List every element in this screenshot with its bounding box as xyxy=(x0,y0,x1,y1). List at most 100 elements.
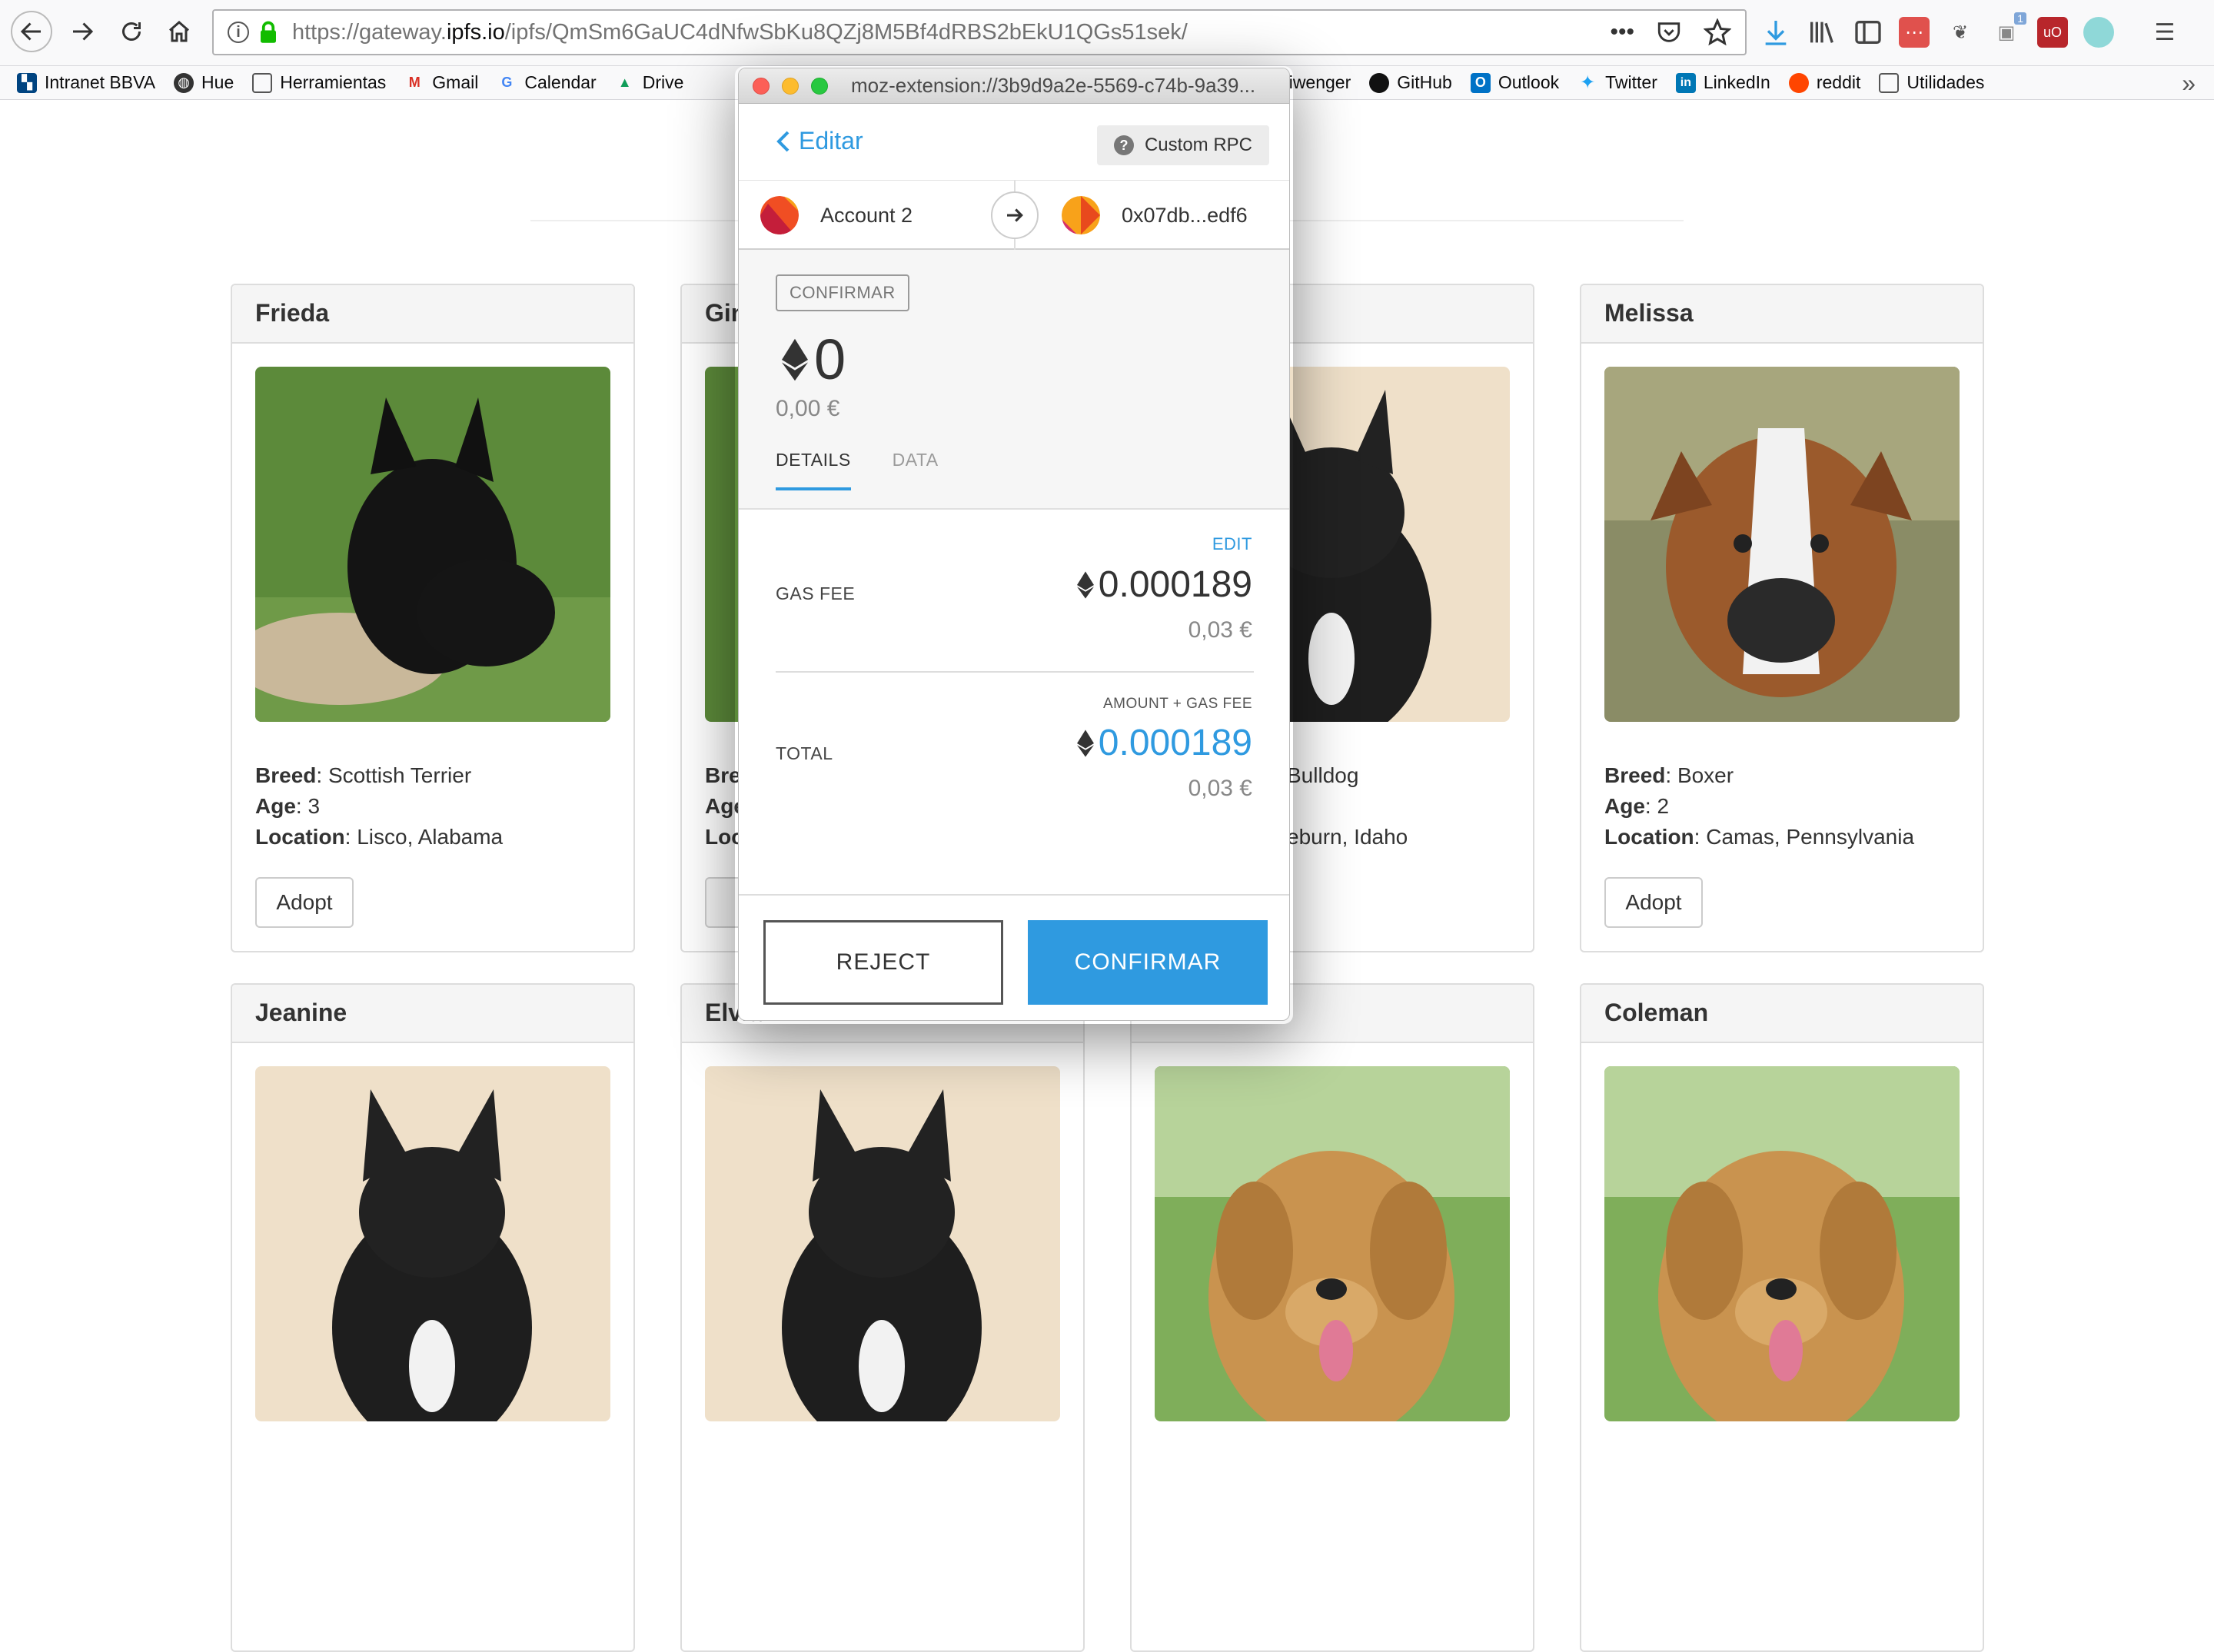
location-label: Location xyxy=(255,825,345,849)
edit-back-link[interactable]: Editar xyxy=(776,127,863,155)
ublock-icon[interactable]: uO xyxy=(2037,17,2068,48)
pet-name: Coleman xyxy=(1581,985,1983,1043)
age-label: Age xyxy=(1604,794,1645,818)
bookmark-label: reddit xyxy=(1816,72,1861,92)
adopt-button[interactable]: Adopt xyxy=(255,877,354,928)
pet-card: Melissa Breed: Boxer Age: 2 Location: Ca… xyxy=(1580,284,1984,952)
popup-window-title: moz-extension://3b9d9a2e-5569-c74b-9a39.… xyxy=(851,74,1256,97)
bbva-icon: ▚ xyxy=(17,72,37,93)
bookmark-label: Twitter xyxy=(1605,72,1657,92)
bookmark-linkedin[interactable]: in LinkedIn xyxy=(1675,72,1770,93)
reddit-icon xyxy=(1788,72,1809,93)
fee-details: EDIT GAS FEE 0.000189 0,03 € AMOUNT + GA… xyxy=(739,510,1289,894)
pet-name: Jeanine xyxy=(232,985,633,1043)
toolbar-icons: ⋯ ❦ ▣ 1 uO ☰ xyxy=(1760,11,2180,54)
home-button[interactable] xyxy=(158,11,200,52)
to-account-avatar xyxy=(1062,196,1100,234)
edit-back-label: Editar xyxy=(799,127,863,155)
zoom-window-button[interactable] xyxy=(811,77,828,95)
hamburger-menu-icon[interactable]: ☰ xyxy=(2149,17,2180,48)
evernote-icon[interactable]: ❦ xyxy=(1945,17,1976,48)
google-icon: G xyxy=(501,75,513,90)
bookmark-outlook[interactable]: O Outlook xyxy=(1470,72,1560,93)
pet-location: Lisco, Alabama xyxy=(357,825,504,849)
confirm-button[interactable]: CONFIRMAR xyxy=(1028,920,1268,1005)
from-account[interactable]: Account 2 xyxy=(760,196,913,234)
sidebar-icon[interactable] xyxy=(1853,17,1883,48)
pet-photo-boxer xyxy=(1604,367,1960,722)
url-bar[interactable]: i https://gateway. ipfs.io/ipfs/QmSm6GaUC… xyxy=(212,9,1747,55)
amount-value: 0 xyxy=(814,327,846,391)
arrow-right-icon xyxy=(1007,208,1023,222)
popup-titlebar: moz-extension://3b9d9a2e-5569-c74b-9a39.… xyxy=(739,68,1289,104)
linkedin-icon: in xyxy=(1675,72,1696,93)
to-account[interactable]: 0x07db...edf6 xyxy=(1062,196,1248,234)
pet-info: Breed: Scottish Terrier Age: 3 Location:… xyxy=(255,763,504,849)
bookmarks-overflow-icon[interactable]: » xyxy=(2182,69,2196,98)
reject-button[interactable]: REJECT xyxy=(763,920,1003,1005)
network-label: Custom RPC xyxy=(1144,135,1252,155)
drive-icon: ▲ xyxy=(617,75,632,90)
bookmark-herramientas[interactable]: Herramientas xyxy=(252,72,386,93)
globe-icon: ◍ xyxy=(174,72,194,93)
close-window-button[interactable] xyxy=(753,77,770,95)
url-host: ipfs.io xyxy=(446,19,505,45)
page-actions-icon[interactable]: ••• xyxy=(1610,19,1634,45)
transfer-arrow xyxy=(991,191,1039,239)
pet-photo-french-bulldog xyxy=(705,1066,1060,1421)
pet-name: Melissa xyxy=(1581,285,1983,344)
pet-card: Jeanine xyxy=(231,983,635,1652)
bookmark-calendar[interactable]: G Calendar xyxy=(497,72,596,93)
bookmark-github[interactable]: GitHub xyxy=(1369,72,1452,93)
minimize-window-button[interactable] xyxy=(782,77,799,95)
folder-icon xyxy=(1879,72,1900,93)
star-icon[interactable] xyxy=(1704,18,1731,46)
network-selector[interactable]: ? Custom RPC xyxy=(1096,125,1269,165)
total-amount: 0.000189 xyxy=(1076,722,1252,764)
breed-label: Breed xyxy=(255,763,317,787)
folder-icon xyxy=(252,72,273,93)
reload-icon xyxy=(122,22,141,41)
tab-details[interactable]: DETAILS xyxy=(776,450,851,490)
bookmark-label: Intranet BBVA xyxy=(45,72,156,92)
edit-gas-link[interactable]: EDIT xyxy=(1212,534,1252,554)
lock-icon xyxy=(261,21,276,43)
bookmark-label: Utilidades xyxy=(1906,72,1985,92)
gas-fee-amount: 0.000189 xyxy=(1076,563,1252,606)
from-account-name: Account 2 xyxy=(820,203,913,227)
bookmark-label: Hue xyxy=(201,72,234,92)
bookmark-twitter[interactable]: ✦ Twitter xyxy=(1577,72,1657,93)
bookmark-gmail[interactable]: M Gmail xyxy=(404,72,479,93)
reload-button[interactable] xyxy=(111,11,152,52)
bookmark-utilidades[interactable]: Utilidades xyxy=(1879,72,1984,93)
back-button[interactable] xyxy=(11,11,52,52)
tab-data[interactable]: DATA xyxy=(893,450,939,490)
bookmark-reddit[interactable]: reddit xyxy=(1788,72,1861,93)
extension-badge-icon[interactable]: ▣ 1 xyxy=(1991,12,2026,48)
extension-badge-count: 1 xyxy=(2014,12,2026,25)
total-caption: AMOUNT + GAS FEE xyxy=(1103,696,1252,712)
bookmark-label: GitHub xyxy=(1397,72,1452,92)
gas-fee-label: GAS FEE xyxy=(776,583,856,603)
pocket-icon[interactable] xyxy=(1656,19,1682,45)
from-account-avatar xyxy=(760,196,799,234)
info-icon[interactable]: i xyxy=(228,22,249,43)
extension-todo-icon[interactable]: ⋯ xyxy=(1899,17,1930,48)
bookmark-hue[interactable]: ◍ Hue xyxy=(174,72,234,93)
download-icon[interactable] xyxy=(1760,17,1791,48)
location-label: Location xyxy=(1604,825,1694,849)
adopt-button[interactable]: Adopt xyxy=(1604,877,1703,928)
bookmark-drive[interactable]: ▲ Drive xyxy=(615,72,684,93)
outlook-icon: O xyxy=(1470,72,1491,93)
bookmark-label: Outlook xyxy=(1498,72,1560,92)
total-value: 0.000189 xyxy=(1098,723,1252,763)
bookmark-intranet-bbva[interactable]: ▚ Intranet BBVA xyxy=(17,72,155,93)
pet-breed: Scottish Terrier xyxy=(327,763,472,787)
bookmark-label: Herramientas xyxy=(280,72,387,92)
bookmark-label: LinkedIn xyxy=(1703,72,1770,92)
total-fiat: 0,03 € xyxy=(1188,776,1252,801)
metamask-extension-icon[interactable] xyxy=(2083,17,2114,48)
gas-fee-fiat: 0,03 € xyxy=(1188,617,1252,643)
library-icon[interactable] xyxy=(1807,17,1837,48)
forward-button[interactable] xyxy=(62,11,103,52)
